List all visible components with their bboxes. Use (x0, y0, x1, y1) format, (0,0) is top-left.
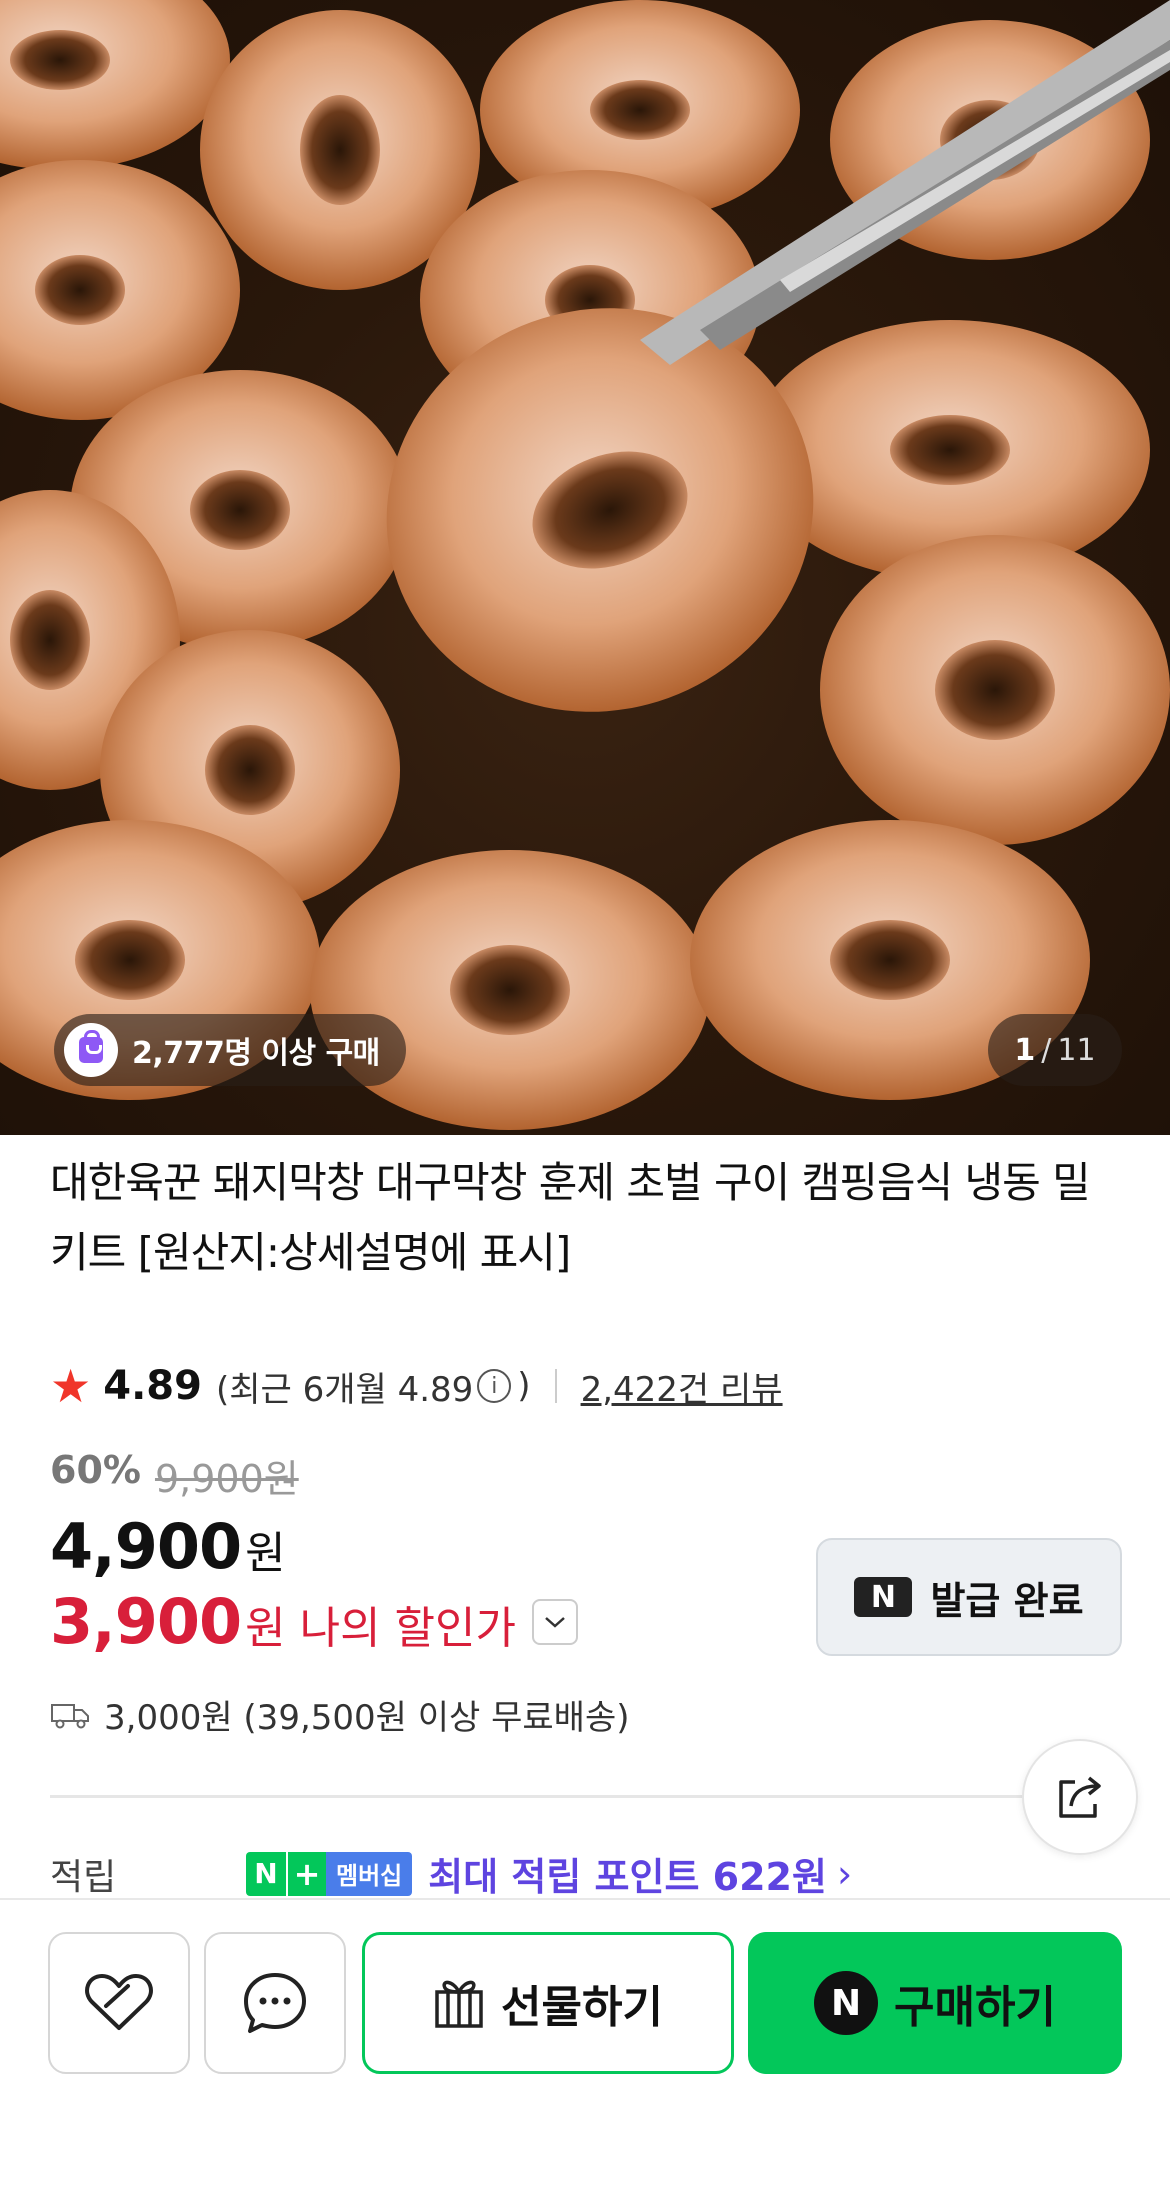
buyers-count-badge: 2,777명 이상 구매 (54, 1014, 406, 1086)
points-row[interactable]: 적립 N + 멤버십 최대 적립 포인트 622원 › (50, 1846, 1120, 1901)
naver-plus-membership-badge: N + 멤버십 (246, 1851, 413, 1896)
gift-label: 선물하기 (501, 1982, 663, 2033)
badge-n: N (246, 1851, 286, 1896)
original-price: 9,900원 (154, 1457, 299, 1501)
sale-price-value: 4,900 (50, 1510, 242, 1583)
discount-row: 60% 9,900원 (50, 1448, 299, 1503)
food-photo (0, 0, 1170, 1130)
shipping-text: 3,000원 (39,500원 이상 무료배송) (104, 1698, 630, 1738)
my-price-value: 3,900 (50, 1585, 242, 1658)
max-points-link[interactable]: 최대 적립 포인트 622원 (428, 1846, 827, 1901)
shipping-info: 3,000원 (39,500원 이상 무료배송) (50, 1690, 630, 1739)
sale-price: 4,900 원 (50, 1510, 286, 1583)
rating-recent-close: ) (517, 1366, 531, 1406)
buy-label: 구매하기 (894, 1982, 1056, 2033)
points-label: 적립 (50, 1856, 117, 1898)
gift-button[interactable]: 선물하기 (362, 1932, 734, 2074)
image-page-total: 11 (1057, 1032, 1096, 1068)
wishlist-button[interactable] (48, 1932, 190, 2074)
rating-row[interactable]: ★ 4.89 (최근 6개월 4.89 i ) 2,422건 리뷰 (50, 1358, 783, 1414)
inquiry-button[interactable] (204, 1932, 346, 2074)
divider (50, 1795, 1120, 1798)
truck-icon (51, 1703, 89, 1728)
naver-logo-icon: N (854, 1577, 913, 1617)
coupon-issued-button[interactable]: N 발급 완료 (816, 1538, 1122, 1656)
gift-icon (435, 1980, 483, 2028)
rating-recent: (최근 6개월 4.89 (215, 1369, 474, 1410)
heart-icon (85, 1974, 153, 2030)
star-icon: ★ (50, 1359, 92, 1413)
sale-price-unit: 원 (245, 1528, 286, 1579)
product-title: 대한육꾼 돼지막창 대구막창 훈제 초벌 구이 캠핑음식 냉동 밀키트 [원산지… (50, 1158, 1091, 1277)
share-icon (1059, 1776, 1101, 1818)
buyers-count-text: 2,777명 이상 구매 (132, 1036, 380, 1071)
badge-membership: 멤버십 (326, 1851, 413, 1896)
product-image[interactable]: 2,777명 이상 구매 1 / 11 (0, 0, 1170, 1135)
image-page-indicator: 1 / 11 (988, 1014, 1122, 1086)
review-count-link[interactable]: 2,422건 리뷰 (581, 1362, 783, 1411)
naver-logo-icon: N (814, 1971, 879, 2035)
my-price-unit: 원 (245, 1603, 286, 1654)
divider (554, 1369, 557, 1403)
my-price-label: 나의 할인가 (299, 1603, 516, 1654)
info-icon[interactable]: i (477, 1369, 512, 1403)
bag-icon (64, 1023, 118, 1077)
bottom-action-bar: 선물하기 N 구매하기 (0, 1898, 1170, 2205)
discount-rate: 60% (50, 1448, 141, 1492)
coupon-label: 발급 완료 (930, 1578, 1084, 1623)
chat-icon (244, 1973, 306, 2033)
badge-plus: + (286, 1851, 326, 1896)
share-button[interactable] (1022, 1739, 1138, 1855)
chevron-down-icon[interactable] (532, 1598, 578, 1645)
my-discount-price[interactable]: 3,900 원 나의 할인가 (50, 1585, 578, 1658)
image-page-current: 1 (1014, 1032, 1036, 1068)
buy-button[interactable]: N 구매하기 (748, 1932, 1122, 2074)
rating-score: 4.89 (103, 1363, 202, 1409)
chevron-right-icon: › (836, 1851, 853, 1896)
